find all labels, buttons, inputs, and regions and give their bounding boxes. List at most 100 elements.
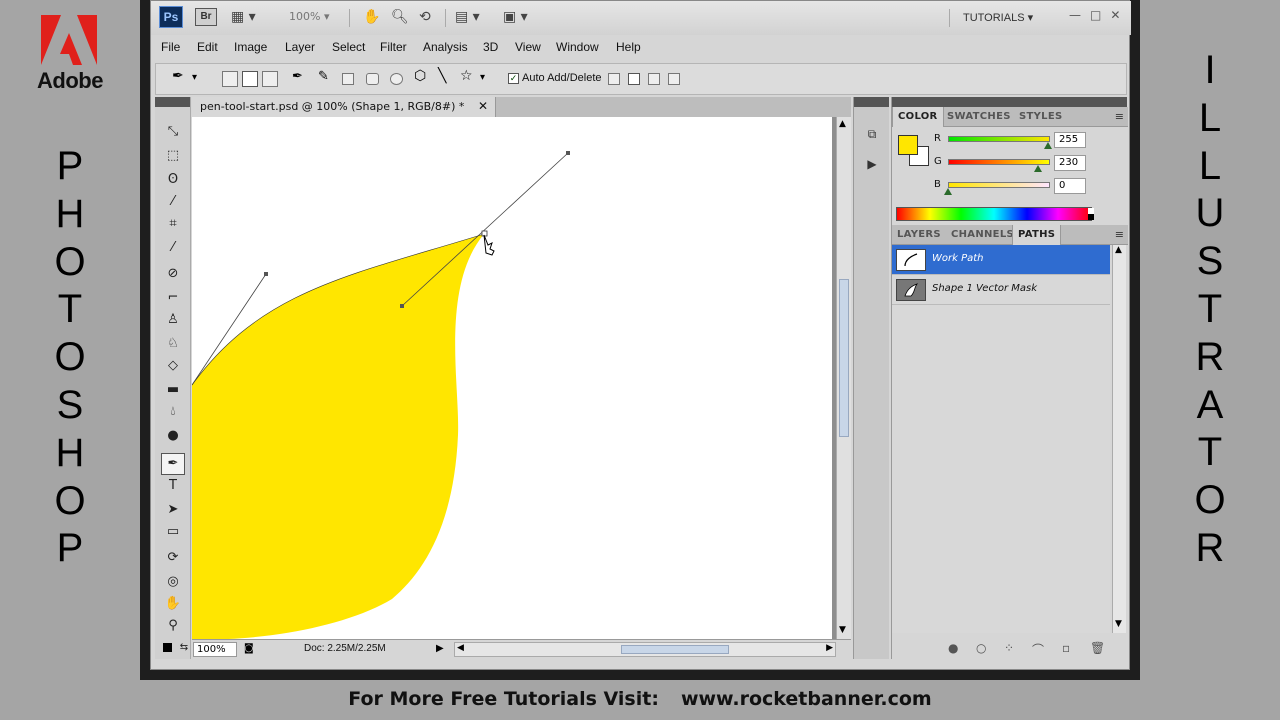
black-white-swatch[interactable] [1088, 208, 1094, 220]
color-spectrum-bar[interactable] [896, 207, 1092, 221]
tab-color[interactable]: COLOR [892, 107, 944, 127]
gradient-tool-icon[interactable]: ▬ [164, 381, 182, 399]
path-item-work-path[interactable]: Work Path [892, 245, 1110, 275]
clone-stamp-tool-icon[interactable]: ♙ [164, 311, 182, 329]
tab-channels[interactable]: CHANNELS [946, 225, 1019, 245]
panel-header[interactable] [892, 97, 1127, 107]
paths-mode-icon[interactable] [242, 71, 258, 87]
bridge-button[interactable]: Br [195, 8, 217, 26]
exclude-overlap-icon[interactable] [668, 73, 680, 85]
chevron-down-icon[interactable]: ▾ [192, 72, 208, 88]
healing-brush-tool-icon[interactable]: ⊘ [164, 265, 182, 283]
menu-item-image[interactable]: Image [234, 40, 267, 54]
foreground-color-swatch[interactable] [898, 135, 918, 155]
close-icon[interactable]: ✕ [1110, 8, 1120, 22]
shape-layers-icon[interactable] [222, 71, 238, 87]
zoom-level-select[interactable]: 100% ▾ [289, 10, 329, 23]
rounded-rectangle-icon[interactable] [366, 73, 379, 85]
maximize-icon[interactable]: □ [1090, 8, 1101, 22]
add-to-path-icon[interactable] [608, 73, 620, 85]
custom-shape-icon[interactable]: ☆ [460, 68, 476, 84]
panel-header[interactable] [854, 97, 889, 107]
canvas[interactable] [192, 117, 832, 639]
channel-g-thumb[interactable] [1034, 165, 1042, 172]
pen-tool-preset-icon[interactable]: ✒ [172, 68, 188, 84]
banner-url[interactable]: www.rocketbanner.com [681, 688, 932, 710]
chevron-down-icon[interactable]: ▾ [480, 72, 496, 88]
scroll-up-icon[interactable]: ▲ [839, 119, 846, 129]
tab-styles[interactable]: STYLES [1014, 107, 1067, 127]
pen-icon[interactable]: ✒ [292, 69, 308, 85]
make-work-path-icon[interactable]: ⌒ [1032, 641, 1044, 658]
hand-tool-icon[interactable]: ✋ [164, 595, 182, 613]
menu-item-window[interactable]: Window [556, 40, 599, 54]
freeform-pen-icon[interactable]: ✎ [318, 69, 334, 85]
zoom-icon[interactable]: 🔍︎ [391, 8, 409, 26]
subtract-from-path-icon[interactable] [628, 73, 640, 85]
tab-layers[interactable]: LAYERS [892, 225, 946, 245]
direction-handle[interactable] [400, 304, 404, 308]
paths-scrollbar[interactable]: ▲ ▼ [1112, 245, 1126, 633]
menu-item-file[interactable]: File [161, 40, 180, 54]
fill-path-icon[interactable]: ● [948, 641, 958, 655]
menu-item-filter[interactable]: Filter [380, 40, 407, 54]
default-colors-icon[interactable] [163, 643, 172, 652]
scroll-down-icon[interactable]: ▼ [839, 625, 846, 635]
scroll-thumb[interactable] [621, 645, 729, 654]
eyedropper-tool-icon[interactable]: ⁄ [164, 239, 182, 257]
scroll-up-icon[interactable]: ▲ [1115, 245, 1122, 255]
channel-b-slider[interactable] [948, 182, 1050, 188]
direction-handle[interactable] [264, 272, 268, 276]
channel-g-value[interactable]: 230 [1054, 155, 1086, 171]
menu-item-layer[interactable]: Layer [285, 40, 315, 54]
lasso-tool-icon[interactable]: ʘ [164, 171, 182, 189]
tab-swatches[interactable]: SWATCHES [942, 107, 1016, 127]
delete-path-icon[interactable]: 🗑︎ [1090, 641, 1105, 655]
close-tab-icon[interactable]: ✕ [478, 99, 488, 113]
scroll-thumb[interactable] [839, 279, 849, 437]
blur-tool-icon[interactable]: 💧︎ [164, 403, 182, 421]
path-selection-tool-icon[interactable]: ➤ [164, 501, 182, 519]
rotate-view-icon[interactable]: ⟲ [419, 8, 431, 26]
direction-handle[interactable] [566, 151, 570, 155]
pen-tool-icon[interactable]: ✒ [161, 453, 185, 475]
3d-rotate-tool-icon[interactable]: ⟳ [164, 549, 182, 567]
arrange-documents-icon[interactable]: ▤ ▾ [455, 8, 480, 26]
intersect-path-icon[interactable] [648, 73, 660, 85]
menu-item-3d[interactable]: 3D [483, 40, 498, 54]
new-path-icon[interactable]: ▫ [1062, 641, 1070, 655]
channel-b-thumb[interactable] [944, 188, 952, 195]
crop-tool-icon[interactable]: ⌗ [164, 215, 182, 233]
workspace-switcher[interactable]: TUTORIALS ▾ [963, 11, 1033, 24]
panel-menu-icon[interactable]: ≡ [1115, 110, 1124, 123]
menu-item-help[interactable]: Help [616, 40, 641, 54]
3d-orbit-tool-icon[interactable]: ◎ [164, 573, 182, 591]
polygon-icon[interactable]: ⬡ [414, 68, 430, 84]
dodge-tool-icon[interactable]: ● [164, 427, 182, 445]
channel-r-slider[interactable] [948, 136, 1050, 142]
history-brush-tool-icon[interactable]: ♘ [164, 335, 182, 353]
menu-item-select[interactable]: Select [332, 40, 365, 54]
hand-icon[interactable]: ✋ [363, 8, 380, 26]
scroll-down-icon[interactable]: ▼ [1115, 619, 1122, 629]
auto-add-delete-checkbox[interactable]: ✓ Auto Add/Delete [508, 72, 602, 84]
screen-mode-icon[interactable]: ▣ ▾ [503, 8, 528, 26]
minimize-icon[interactable]: — [1069, 8, 1081, 22]
ellipse-icon[interactable] [390, 73, 403, 85]
menu-item-view[interactable]: View [515, 40, 541, 54]
brush-tool-icon[interactable]: ⌐ [164, 289, 182, 307]
scroll-right-icon[interactable]: ▶ [826, 643, 833, 653]
view-extras-icon[interactable]: ▦ ▾ [231, 8, 256, 26]
move-tool-icon[interactable]: ⤡ [164, 123, 182, 141]
fill-pixels-icon[interactable] [262, 71, 278, 87]
panel-menu-icon[interactable]: ≡ [1115, 228, 1124, 241]
channel-r-thumb[interactable] [1044, 142, 1052, 149]
line-icon[interactable]: ╲ [438, 68, 454, 84]
swap-colors-icon[interactable]: ⇆ [175, 639, 193, 657]
shape-tool-icon[interactable]: ▭ [164, 523, 182, 541]
quick-select-tool-icon[interactable]: ⁄ [164, 193, 182, 211]
menu-item-analysis[interactable]: Analysis [423, 40, 468, 54]
rectangle-icon[interactable] [342, 73, 354, 85]
marquee-tool-icon[interactable]: ⬚ [164, 147, 182, 165]
vertical-scrollbar[interactable]: ▲ ▼ [836, 117, 851, 639]
